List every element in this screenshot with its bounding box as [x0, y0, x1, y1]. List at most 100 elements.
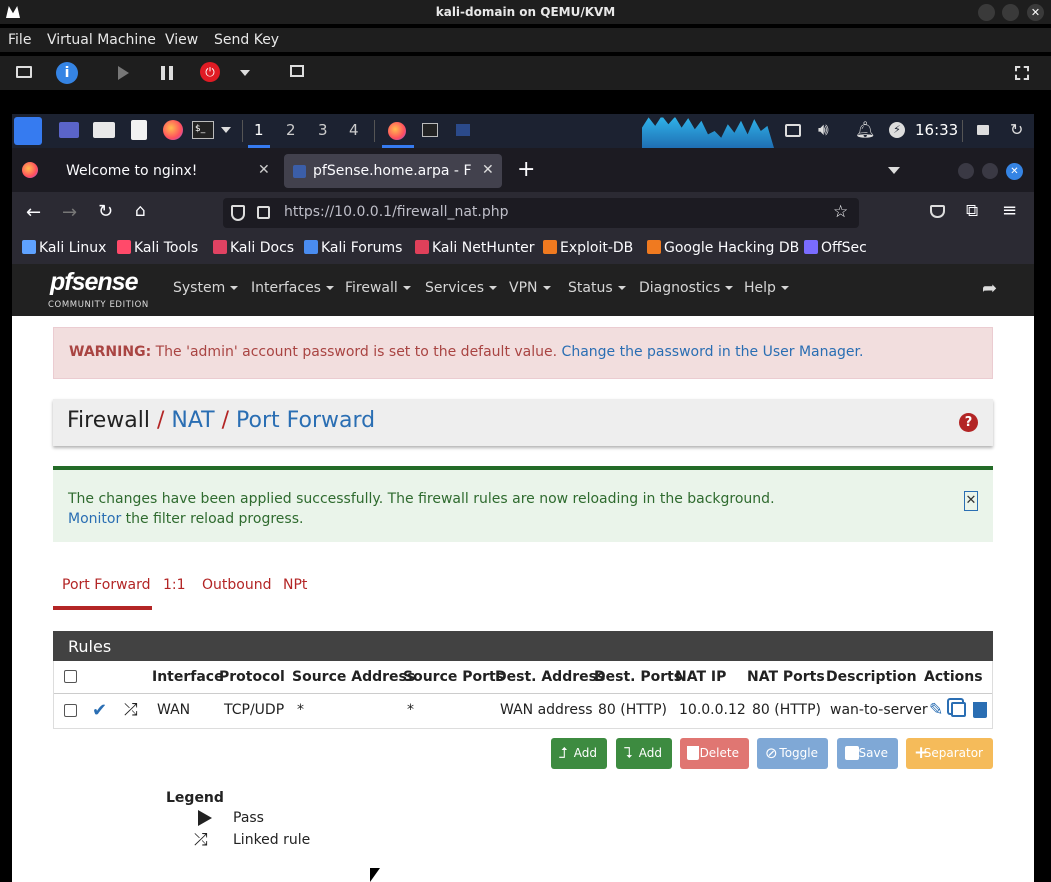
menu-virtual-machine[interactable]: Virtual Machine — [47, 32, 156, 48]
minimize-button[interactable] — [978, 4, 995, 21]
pause-icon[interactable] — [161, 66, 173, 80]
back-icon[interactable]: ← — [26, 202, 41, 223]
col-source-address[interactable]: Source Address — [292, 669, 415, 685]
col-description[interactable]: Description — [826, 669, 917, 685]
breadcrumb-nat[interactable]: NAT — [171, 408, 214, 433]
nav-help[interactable]: Help — [744, 280, 789, 296]
col-interface[interactable]: Interface — [152, 669, 224, 685]
menu-file[interactable]: File — [8, 32, 31, 48]
workspace-4[interactable]: 4 — [349, 121, 359, 139]
fullscreen-icon[interactable] — [1015, 66, 1029, 80]
window-close-button[interactable]: ✕ — [1006, 163, 1023, 180]
bookmark-kali-linux[interactable]: Kali Linux — [22, 240, 106, 256]
nav-diagnostics[interactable]: Diagnostics — [639, 280, 734, 296]
notification-bell-icon[interactable]: 🔔︎ — [855, 120, 875, 139]
power-manager-icon[interactable]: ⚡︎ — [889, 122, 905, 138]
save-button[interactable]: Save — [837, 738, 898, 769]
col-nat-ports[interactable]: NAT Ports — [747, 669, 825, 685]
col-dest-ports[interactable]: Dest. Ports — [594, 669, 682, 685]
new-tab-button[interactable]: + — [517, 157, 535, 182]
logout-icon[interactable]: ↻ — [1010, 120, 1023, 139]
maximize-button[interactable] — [1002, 4, 1019, 21]
breadcrumb-port-forward[interactable]: Port Forward — [236, 408, 375, 433]
window-maximize-button[interactable] — [982, 163, 998, 179]
home-icon[interactable]: ⌂ — [135, 201, 146, 221]
firefox-icon[interactable] — [163, 120, 183, 140]
col-dest-address[interactable]: Dest. Address — [495, 669, 605, 685]
nav-vpn[interactable]: VPN — [509, 280, 551, 296]
delete-button[interactable]: Delete — [680, 738, 749, 769]
close-alert-button[interactable]: ✕ — [964, 491, 978, 511]
logout-icon[interactable]: ➦ — [982, 278, 997, 299]
nav-system[interactable]: System — [173, 280, 239, 296]
edit-pencil-icon[interactable]: ✎ — [929, 700, 943, 720]
bookmark-star-icon[interactable]: ☆ — [833, 202, 848, 222]
row-checkbox[interactable] — [64, 704, 77, 717]
play-icon[interactable] — [118, 66, 129, 80]
clock[interactable]: 16:33 — [915, 121, 958, 139]
monitor-link[interactable]: Monitor — [68, 511, 121, 527]
shield-icon[interactable] — [231, 205, 245, 221]
separator-button[interactable]: + Separator — [906, 738, 993, 769]
file-manager-icon[interactable] — [93, 122, 115, 138]
firefox-window-icon[interactable] — [388, 122, 406, 140]
pass-check-icon[interactable]: ✔ — [92, 700, 107, 721]
copy-icon[interactable] — [951, 702, 966, 717]
bookmark-offsec[interactable]: OffSec — [804, 240, 867, 256]
menu-view[interactable]: View — [165, 32, 198, 48]
workspace-1[interactable]: 1 — [254, 121, 264, 139]
url-bar[interactable]: https://10.0.0.1/firewall_nat.php ☆ — [223, 198, 859, 228]
lock-warning-icon[interactable] — [257, 206, 270, 219]
tab-welcome-nginx[interactable]: Welcome to nginx! ✕ — [54, 154, 280, 188]
show-desktop-icon[interactable] — [59, 122, 79, 138]
monitor-icon[interactable] — [16, 66, 32, 78]
menu-send-key[interactable]: Send Key — [214, 32, 279, 48]
network-icon[interactable] — [785, 124, 801, 137]
reload-icon[interactable]: ↻ — [98, 201, 113, 222]
tab-1-1[interactable]: 1:1 — [163, 577, 186, 593]
terminal-icon[interactable]: $_ — [192, 121, 214, 139]
workspace-2[interactable]: 2 — [286, 121, 296, 139]
nav-services[interactable]: Services — [425, 280, 498, 296]
tab-close-icon[interactable]: ✕ — [258, 162, 270, 178]
bookmark-kali-forums[interactable]: Kali Forums — [304, 240, 402, 256]
bookmark-google-hacking-db[interactable]: Google Hacking DB — [647, 240, 799, 256]
firefox-view-icon[interactable] — [22, 162, 38, 178]
chevron-down-icon[interactable] — [240, 70, 250, 76]
tab-port-forward[interactable]: Port Forward — [62, 577, 151, 593]
extensions-icon[interactable]: ⧉ — [966, 201, 978, 221]
select-all-checkbox[interactable] — [64, 670, 77, 683]
text-editor-icon[interactable] — [131, 120, 147, 140]
delete-trash-icon[interactable] — [973, 702, 987, 718]
col-nat-ip[interactable]: NAT IP — [675, 669, 726, 685]
window-icon[interactable] — [456, 124, 470, 136]
toggle-button[interactable]: ⊘ Toggle — [757, 738, 828, 769]
nav-interfaces[interactable]: Interfaces — [251, 280, 334, 296]
info-icon[interactable]: i — [56, 62, 78, 84]
bookmark-kali-tools[interactable]: Kali Tools — [117, 240, 198, 256]
bookmark-kali-docs[interactable]: Kali Docs — [213, 240, 294, 256]
bookmark-kali-nethunter[interactable]: Kali NetHunter — [415, 240, 534, 256]
col-protocol[interactable]: Protocol — [219, 669, 285, 685]
help-icon[interactable]: ? — [959, 413, 978, 432]
close-button[interactable]: ✕ — [1027, 4, 1044, 21]
snapshot-icon[interactable] — [290, 65, 304, 77]
add-bottom-button[interactable]: ⮧ Add — [616, 738, 672, 769]
window-minimize-button[interactable] — [958, 163, 974, 179]
terminal-window-icon[interactable] — [422, 123, 438, 137]
chevron-down-icon[interactable] — [221, 127, 231, 133]
tab-close-icon[interactable]: ✕ — [482, 162, 494, 178]
change-password-link[interactable]: Change the password in the User Manager. — [562, 344, 864, 360]
nav-status[interactable]: Status — [568, 280, 626, 296]
lock-icon[interactable] — [977, 125, 989, 135]
kali-menu-icon[interactable] — [14, 117, 42, 145]
tab-npt[interactable]: NPt — [283, 577, 307, 593]
tab-list-chevron-icon[interactable] — [888, 167, 900, 174]
col-source-ports[interactable]: Source Ports — [403, 669, 504, 685]
pocket-icon[interactable] — [930, 205, 945, 218]
pfsense-logo[interactable]: pfsense COMMUNITY EDITION — [48, 268, 154, 312]
forward-icon[interactable]: → — [62, 202, 77, 223]
tab-outbound[interactable]: Outbound — [202, 577, 271, 593]
nav-firewall[interactable]: Firewall — [345, 280, 411, 296]
add-top-button[interactable]: ⮥ Add — [551, 738, 607, 769]
